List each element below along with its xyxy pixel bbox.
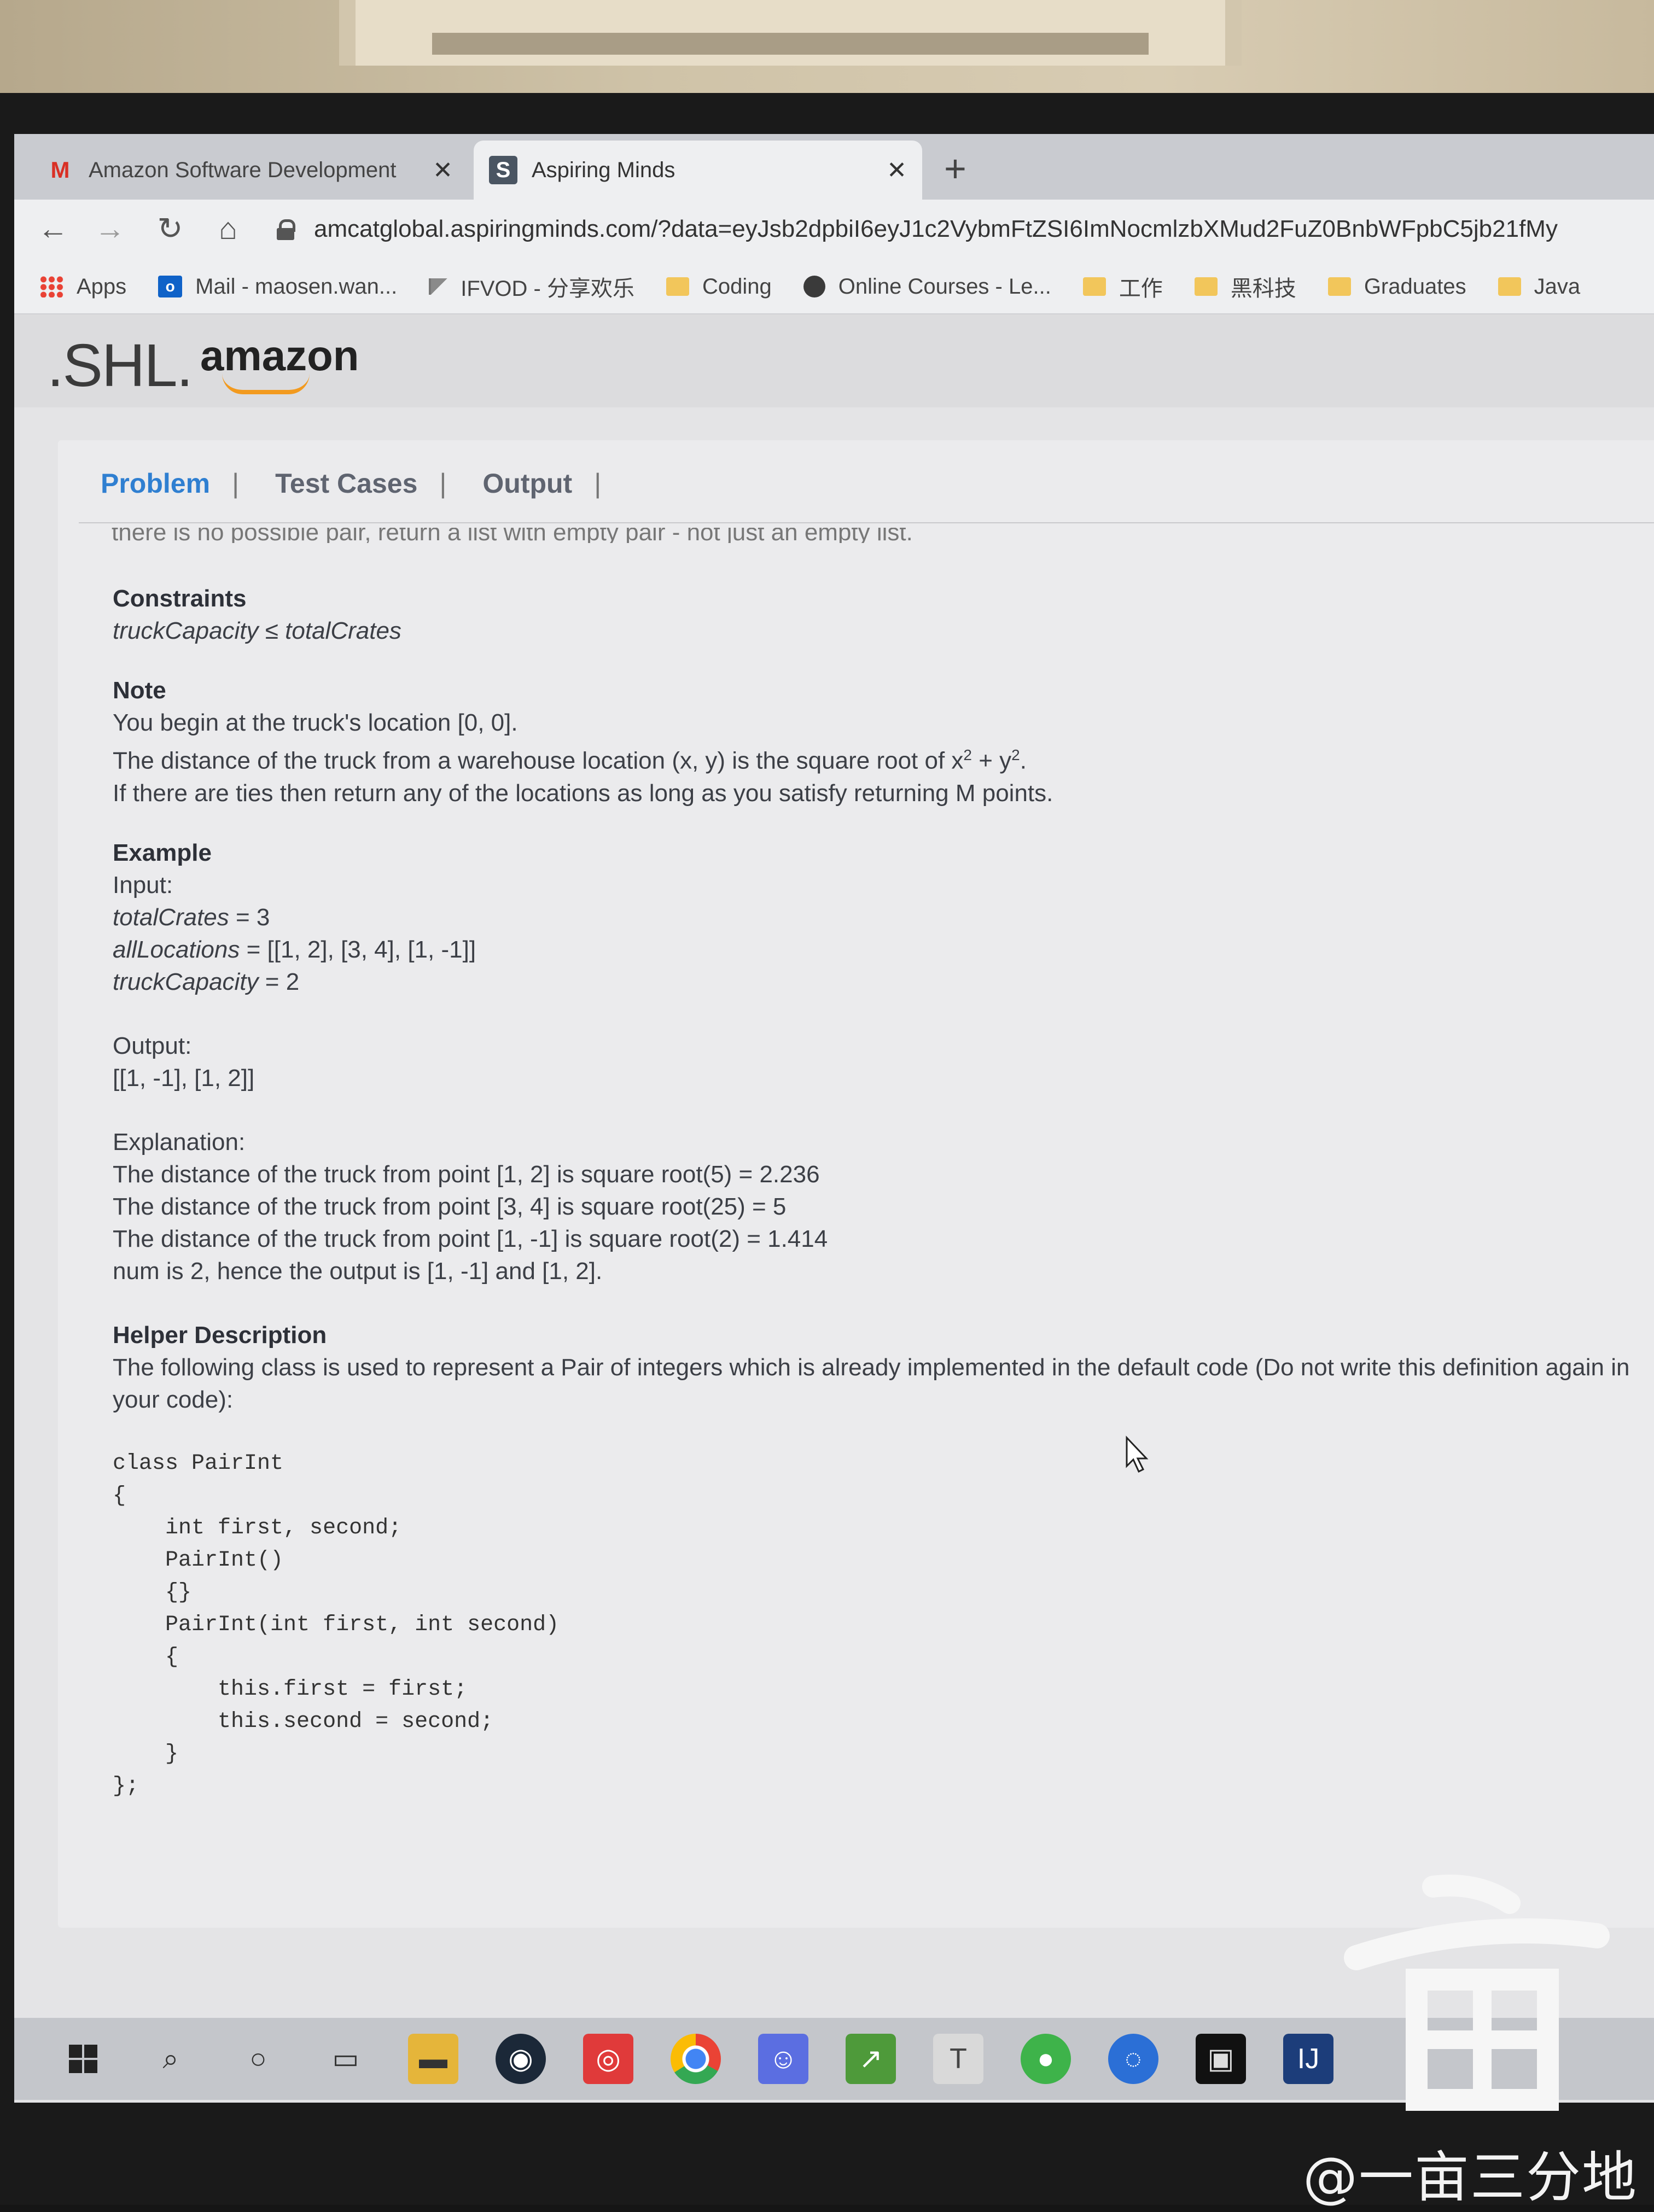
helper-heading: Helper Description [113,1321,327,1349]
outlook-icon: o [158,276,183,297]
tab-separator: | [439,468,447,499]
file-explorer-icon[interactable]: ▬ [408,2034,458,2084]
folder-icon [1082,277,1106,296]
tab-amazon-software-development[interactable]: M Amazon Software Development ✕ [31,141,468,200]
note-heading: Note [113,677,166,704]
bookmark-online-courses[interactable]: Online Courses - Le... [803,275,1051,299]
shl-logo: .SHL. [47,332,193,399]
windows-start-icon[interactable] [58,2034,108,2084]
bookmark-ifvod[interactable]: IFVOD - 分享欢乐 [429,271,634,302]
bookmark-mail[interactable]: o Mail - maosen.wan... [158,275,397,299]
constraints-heading: Constraints [113,585,247,612]
input-label: Input: [113,871,173,898]
explanation-label: Explanation: [113,1128,246,1155]
example-input-line: totalCrates = 3 [113,903,270,931]
browser-toolbar: ← → ↻ ⌂ amcatglobal.aspiringminds.com/?d… [14,200,1654,260]
chrome-icon[interactable] [671,2034,721,2084]
folder-icon [1498,277,1521,296]
tab-title: Amazon Software Development [89,157,397,182]
example-input-line: truckCapacity = 2 [113,968,300,995]
tab-output[interactable]: Output [482,468,594,499]
wechat-icon[interactable]: ● [1021,2034,1071,2084]
watermark-logo-icon [1344,1875,1610,2111]
mouse-cursor-icon [1126,1435,1149,1473]
apps-grid-icon [39,276,63,297]
output-value: [[1, -1], [1, 2]] [113,1064,255,1092]
app-header: .SHL. amazon [14,314,1654,407]
bookmarks-bar: Apps o Mail - maosen.wan... IFVOD - 分享欢乐 … [14,260,1654,314]
discord-icon[interactable]: ☺ [758,2034,808,2084]
monitor-screen: M Amazon Software Development ✕ S Aspiri… [14,134,1654,2103]
typora-icon[interactable]: T [933,2034,983,2084]
tab-separator: | [232,468,240,499]
copy-app-icon[interactable]: ◌ [1108,2034,1158,2084]
amazon-smile-icon [222,373,310,394]
back-arrow-icon[interactable]: ← [34,209,72,248]
bookmark-tech[interactable]: 黑科技 [1194,271,1296,302]
output-label: Output: [113,1032,192,1059]
intellij-icon[interactable]: IJ [1283,2034,1333,2084]
home-icon[interactable]: ⌂ [209,209,247,248]
note-line: You begin at the truck's location [0, 0]… [113,709,518,736]
reload-icon[interactable]: ↻ [151,209,189,248]
forward-arrow-icon[interactable]: → [91,209,129,248]
bookmark-graduates[interactable]: Graduates [1327,275,1466,299]
tab-problem[interactable]: Problem [101,468,232,499]
note-line: If there are ties then return any of the… [113,779,1053,807]
bookmark-coding[interactable]: Coding [666,275,772,299]
bookmark-java[interactable]: Java [1498,275,1580,299]
close-tab-icon[interactable]: ✕ [433,156,453,184]
tab-aspiring-minds[interactable]: S Aspiring Minds ✕ [474,141,922,200]
search-icon[interactable]: ⌕ [145,2034,196,2084]
partially-scrolled-line: there is no possible pair, return a list… [112,528,913,543]
flag-icon [429,278,448,295]
wall-background [0,0,1654,96]
pairint-code-block: class PairInt { int first, second; PairI… [113,1451,560,1799]
explanation-line: The distance of the truck from point [1,… [113,1225,828,1252]
folder-icon [1194,277,1218,296]
explanation-line: The distance of the truck from point [1,… [113,1160,820,1188]
steam-icon[interactable]: ◉ [496,2034,546,2084]
tab-test-cases[interactable]: Test Cases [275,468,439,499]
url-text: amcatglobal.aspiringminds.com/?data=eyJs… [314,215,1558,242]
explanation-line: The distance of the truck from point [3,… [113,1193,787,1220]
tabs-divider [79,522,1654,523]
address-bar[interactable]: amcatglobal.aspiringminds.com/?data=eyJs… [277,207,1654,251]
explanation-line: num is 2, hence the output is [1, -1] an… [113,1257,603,1285]
globe-icon [803,276,825,297]
example-input-line: allLocations = [[1, 2], [3, 4], [1, -1]] [113,936,476,963]
aspiring-minds-icon: S [489,156,517,184]
door-molding [339,0,1242,66]
problem-tabs: Problem | Test Cases | Output | [101,468,637,499]
cortana-icon[interactable]: ○ [233,2034,283,2084]
terminal-icon[interactable]: ▣ [1196,2034,1246,2084]
close-tab-icon[interactable]: ✕ [887,156,907,184]
chart-app-icon[interactable]: ↗ [846,2034,896,2084]
bookmark-work[interactable]: 工作 [1082,271,1163,302]
watermark-text: @一亩三分地 [1303,2145,1638,2209]
tab-separator: | [594,468,602,499]
problem-statement: Constraints truckCapacity ≤ totalCrates … [113,582,1644,1802]
new-tab-icon[interactable]: + [944,149,966,188]
folder-icon [666,277,689,296]
tab-strip: M Amazon Software Development ✕ S Aspiri… [14,134,1654,200]
lock-icon [277,219,295,240]
problem-panel: Problem | Test Cases | Output | there is… [58,440,1654,1928]
helper-text: The following class is used to represent… [113,1353,1630,1413]
bookmark-apps[interactable]: Apps [39,275,126,299]
constraint-line: truckCapacity ≤ totalCrates [113,617,401,644]
note-line: The distance of the truck from a warehou… [113,746,1027,774]
netease-music-icon[interactable]: ◎ [583,2034,633,2084]
gmail-icon: M [50,157,70,183]
tab-title: Aspiring Minds [532,157,675,182]
example-heading: Example [113,839,212,866]
folder-icon [1327,277,1351,296]
task-view-icon[interactable]: ▭ [321,2034,371,2084]
